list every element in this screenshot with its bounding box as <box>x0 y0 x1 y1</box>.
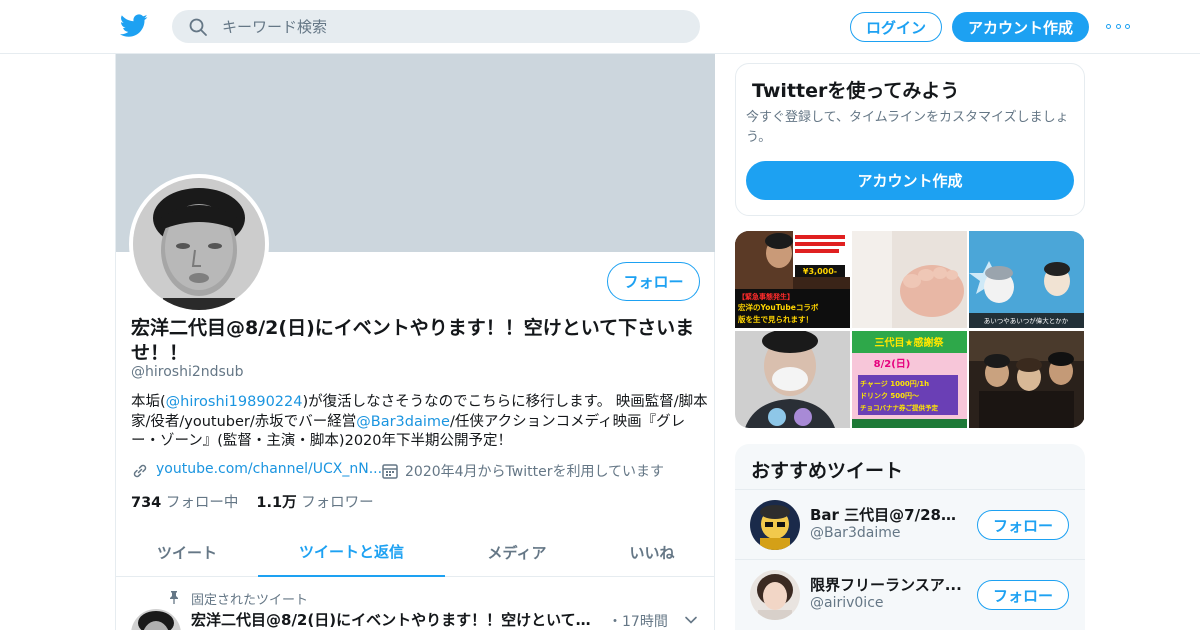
media-image-1: ¥3,000- 【緊急事態発生】 宏洋のYouTubeコラボ 版を生で見られます… <box>735 231 850 328</box>
reco-name[interactable]: Bar 三代目@7/28第4... <box>810 504 965 525</box>
pinned-tweet-time[interactable]: ・17時間 <box>608 611 668 630</box>
media-event-title: 三代目★感謝祭 <box>875 336 945 349</box>
reco-avatar[interactable] <box>750 570 800 620</box>
media-headline-3: 版を生で見られます！ <box>737 314 813 324</box>
top-navigation-bar: ログイン アカウント作成 <box>0 0 1200 54</box>
profile-avatar[interactable] <box>129 174 269 314</box>
profile-tabs: ツイート ツイートと返信 メディア いいね <box>116 527 715 577</box>
profile-website-link[interactable]: youtube.com/channel/UCX_nN... <box>156 461 382 477</box>
tab-media[interactable]: メディア <box>445 527 589 577</box>
media-event-date: 8/2(日) <box>874 358 911 370</box>
media-thumbnail-3[interactable]: あいつやあいつが偉大とかか <box>969 231 1084 328</box>
promo-title: Twitterを使ってみよう <box>752 80 960 102</box>
media-event-line-2: ドリンク 500円～ <box>860 391 919 400</box>
reco-avatar-photo-2 <box>750 570 800 620</box>
bio-text-1: 本垢( <box>131 394 166 410</box>
reco-handle: @airiv0ice <box>810 595 884 611</box>
search-bar[interactable] <box>172 10 700 43</box>
reco-name[interactable]: 限界フリーランスア... <box>810 574 965 595</box>
signup-button[interactable]: アカウント作成 <box>952 12 1089 42</box>
media-image-3: あいつやあいつが偉大とかか <box>969 231 1084 328</box>
avatar-photo <box>133 178 265 310</box>
signup-promo-card: Twitterを使ってみよう 今すぐ登録して、タイムラインをカスタマイズしましょ… <box>735 63 1085 216</box>
media-image-4 <box>735 331 850 428</box>
media-headline-2: 宏洋のYouTubeコラボ <box>738 302 819 312</box>
recommended-tweets: おすすめツイート Bar 三代目@7/28第4... @Bar3daime フォ… <box>735 444 1085 630</box>
media-thumbnail-4[interactable] <box>735 331 850 428</box>
media-image-6 <box>969 331 1084 428</box>
following-count: 734 <box>131 495 162 511</box>
media-event-line-3: チョコバナナ券ご提供予定 <box>860 403 939 412</box>
reco-item[interactable]: Bar 三代目@7/28第4... @Bar3daime フォロー <box>735 489 1085 559</box>
joined-date: 2020年4月からTwitterを利用しています <box>405 464 665 480</box>
bio-mention-link[interactable]: @hiroshi19890224 <box>166 394 303 410</box>
search-icon <box>189 18 207 36</box>
twitter-bird-icon[interactable] <box>120 14 148 38</box>
media-thumbnail-5[interactable]: 三代目★感謝祭 8/2(日) チャージ 1000円/1h ドリンク 500円～ … <box>852 331 967 428</box>
media-thumbnails: ¥3,000- 【緊急事態発生】 宏洋のYouTubeコラボ 版を生で見られます… <box>735 231 1085 428</box>
calendar-icon <box>382 464 398 479</box>
promo-subtitle: 今すぐ登録して、タイムラインをカスタマイズしましょう。 <box>746 110 1069 145</box>
profile-display-name: 宏洋二代目@8/2(日)にイベントやります！！空けといて下さいませ！！ <box>131 317 695 364</box>
bio-bar-link[interactable]: @Bar3daime <box>356 414 450 430</box>
pinned-label: 固定されたツイート <box>191 593 309 608</box>
reco-handle: @Bar3daime <box>810 525 901 541</box>
follow-stats: 734 フォロー中 1.1万 フォロワー <box>131 491 374 512</box>
media-headline-1: 【緊急事態発生】 <box>738 292 794 301</box>
reco-avatar[interactable] <box>750 500 800 550</box>
profile-bio: 本垢(@hiroshi19890224)が復活しなさそうなのでこちらに移行します… <box>131 393 711 452</box>
following-label: フォロー中 <box>165 495 239 511</box>
tab-tweets-and-replies[interactable]: ツイートと返信 <box>258 527 445 577</box>
link-icon <box>133 464 147 478</box>
media-thumbnail-2[interactable] <box>852 231 967 328</box>
follow-button[interactable]: フォロー <box>607 262 700 301</box>
tab-likes[interactable]: いいね <box>589 527 715 577</box>
pin-icon <box>170 591 178 604</box>
reco-item[interactable]: 限界フリーランスア... @airiv0ice フォロー <box>735 559 1085 629</box>
followers-label: フォロワー <box>301 495 374 511</box>
reco-follow-button[interactable]: フォロー <box>977 510 1069 540</box>
tweet-avatar[interactable] <box>131 609 181 630</box>
pinned-tweet-author[interactable]: 宏洋二代目@8/2(日)にイベントやります！！空けといて下さいませ！！ <box>191 609 601 630</box>
media-thumbnail-6[interactable] <box>969 331 1084 428</box>
media-image-2 <box>852 231 967 328</box>
media-image-5: 三代目★感謝祭 8/2(日) チャージ 1000円/1h ドリンク 500円～ … <box>852 331 967 428</box>
followers-count: 1.1万 <box>256 495 297 511</box>
login-button[interactable]: ログイン <box>850 12 942 42</box>
pinned-tweet[interactable]: 固定されたツイート 宏洋二代目@8/2(日)にイベントやります！！空けといて下さ… <box>116 587 715 630</box>
chevron-down-icon[interactable] <box>684 613 698 627</box>
profile-column: フォロー 宏洋二代目@8/2(日)にイベントやります！！空けといて下さいませ！！… <box>115 54 715 630</box>
profile-meta: youtube.com/channel/UCX_nN... 2020年4月からT… <box>131 459 711 481</box>
search-input[interactable] <box>222 10 682 43</box>
promo-signup-button[interactable]: アカウント作成 <box>746 161 1074 200</box>
profile-handle[interactable]: @hiroshi2ndsub <box>131 364 244 380</box>
media-price-text: ¥3,000- <box>803 267 837 276</box>
following-stat[interactable]: 734 フォロー中 <box>131 495 238 511</box>
media-thumbnail-1[interactable]: ¥3,000- 【緊急事態発生】 宏洋のYouTubeコラボ 版を生で見られます… <box>735 231 850 328</box>
more-dots-icon[interactable] <box>1106 19 1130 33</box>
reco-follow-button[interactable]: フォロー <box>977 580 1069 610</box>
tweet-avatar-photo <box>131 609 181 630</box>
reco-title: おすすめツイート <box>751 460 904 482</box>
followers-stat[interactable]: 1.1万 フォロワー <box>256 495 373 511</box>
tab-tweets[interactable]: ツイート <box>116 527 258 577</box>
reco-avatar-photo-1 <box>750 500 800 550</box>
media-caption-3: あいつやあいつが偉大とかか <box>984 316 1069 325</box>
media-event-line-1: チャージ 1000円/1h <box>860 380 929 388</box>
